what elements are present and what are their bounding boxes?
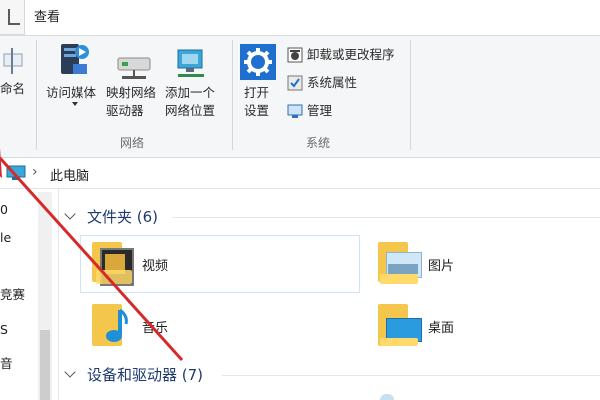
annotation-arrow-head bbox=[0, 148, 2, 178]
annotation-arrow bbox=[0, 148, 184, 362]
annotation-arrow-line bbox=[0, 156, 184, 362]
